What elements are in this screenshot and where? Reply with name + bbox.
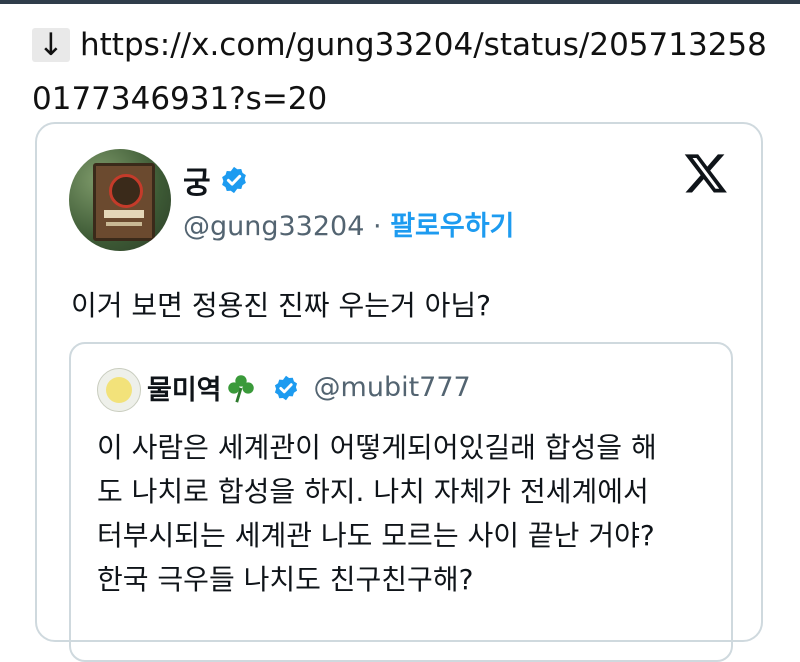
tweet-text: 이거 보면 정용진 진짜 우는거 아님?: [71, 289, 492, 322]
top-strip: [0, 0, 800, 4]
status-url[interactable]: https://x.com/gung33204/status/205713258…: [32, 27, 767, 117]
down-arrow-icon: ↓: [32, 28, 70, 62]
quoted-avatar[interactable]: [97, 368, 141, 412]
verified-badge-icon: [221, 166, 246, 194]
tweet-embed-card[interactable]: 궁 @gung33204 · 팔로우하기 이거 보면 정용진 진짜 우는거 아님…: [35, 122, 763, 662]
quoted-author-handle[interactable]: @mubit777: [314, 372, 471, 403]
avatar[interactable]: [69, 149, 171, 251]
quoted-verified-badge-icon: [274, 375, 297, 400]
follow-button[interactable]: 팔로우하기: [390, 211, 514, 242]
quoted-text: 이 사람은 세계관이 어떻게되어있길래 합성을 해 도 나치로 합성을 하지. …: [97, 426, 717, 602]
separator: ·: [373, 211, 382, 242]
quoted-text-line: 한국 극우들 나치도 친구친구해?: [97, 563, 474, 596]
x-logo-icon[interactable]: [683, 150, 729, 196]
avatar-sign: [93, 163, 155, 241]
quoted-text-line: 이 사람은 세계관이 어떻게되어있길래 합성을 해: [97, 431, 657, 464]
clover-icon: [227, 374, 254, 403]
status-link[interactable]: ↓ https://x.com/gung33204/status/20571325…: [32, 18, 772, 126]
quoted-text-line: 터부시되는 세계관 나도 모르는 사이 끝난 거야?: [97, 519, 655, 552]
quoted-tweet[interactable]: 물미역 @mubit777 이 사람은 세계관이 어떻게되어있길래 합성을 해 …: [69, 342, 733, 662]
handle-row: @gung33204 · 팔로우하기: [183, 204, 514, 243]
author-name[interactable]: 궁: [183, 158, 211, 202]
author-handle[interactable]: @gung33204: [183, 211, 364, 242]
quoted-author-name[interactable]: 물미역: [147, 368, 222, 407]
quoted-text-line: 도 나치로 합성을 하지. 나치 자체가 전세계에서: [97, 475, 649, 508]
